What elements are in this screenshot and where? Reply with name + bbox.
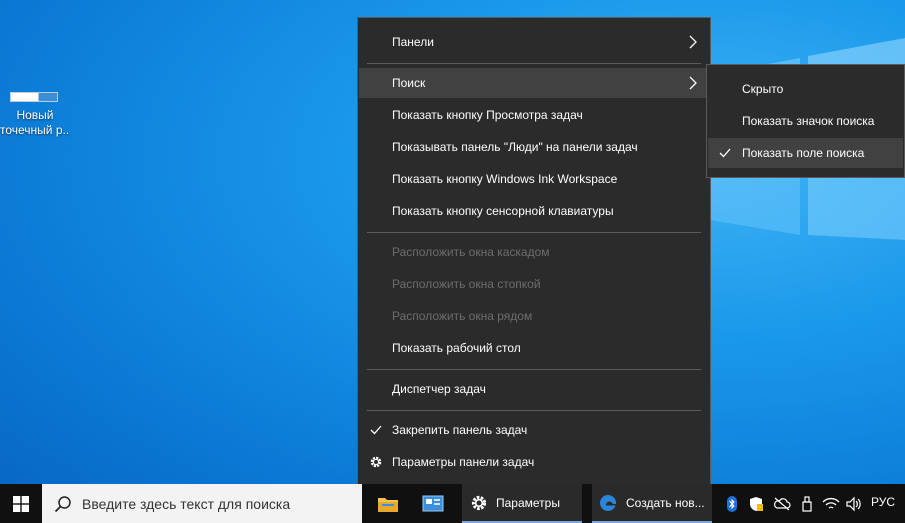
start-button[interactable]	[0, 484, 42, 523]
menu-item-label: Расположить окна каскадом	[392, 245, 550, 259]
menu-item-label: Закрепить панель задач	[392, 423, 528, 437]
submenu-item-label: Показать значок поиска	[742, 114, 875, 128]
taskbar: Введите здесь текст для поиска Параметры…	[0, 484, 905, 523]
chevron-right-icon	[689, 35, 697, 49]
taskbar-control-panel[interactable]	[420, 484, 446, 523]
desktop-icon-label-2: точечный р...	[0, 123, 70, 137]
submenu-item-hidden[interactable]: Скрыто	[708, 74, 903, 104]
menu-item-label: Показать кнопку Просмотра задач	[392, 108, 583, 122]
submenu-item-label: Скрыто	[742, 82, 784, 96]
submenu-item-show-search-icon[interactable]: Показать значок поиска	[708, 106, 903, 136]
gear-icon	[471, 495, 487, 510]
menu-item-label: Диспетчер задач	[392, 382, 486, 396]
checkmark-icon	[719, 148, 731, 158]
menu-separator	[367, 410, 701, 411]
menu-item-search[interactable]: Поиск	[359, 68, 709, 98]
taskbar-settings-app[interactable]: Параметры	[462, 484, 582, 523]
menu-item-label: Показать рабочий стол	[392, 341, 521, 355]
search-icon	[54, 495, 71, 512]
menu-item-label: Панели	[392, 35, 434, 49]
menu-item-side-by-side-windows: Расположить окна рядом	[359, 301, 709, 331]
menu-item-people-panel[interactable]: Показывать панель "Люди" на панели задач	[359, 132, 709, 162]
menu-item-task-manager[interactable]: Диспетчер задач	[359, 374, 709, 404]
desktop-shortcut[interactable]: Новый точечный р...	[0, 92, 70, 138]
gear-icon	[370, 456, 382, 468]
menu-item-stack-windows: Расположить окна стопкой	[359, 269, 709, 299]
edge-app-label: Создать нов...	[626, 495, 705, 510]
usb-device-icon[interactable]	[800, 496, 814, 512]
menu-item-task-view-button[interactable]: Показать кнопку Просмотра задач	[359, 100, 709, 130]
menu-item-taskbar-settings[interactable]: Параметры панели задач	[359, 447, 709, 477]
menu-item-label: Показать кнопку сенсорной клавиатуры	[392, 204, 614, 218]
menu-item-show-desktop[interactable]: Показать рабочий стол	[359, 333, 709, 363]
taskbar-file-explorer[interactable]	[375, 484, 401, 523]
taskbar-search-box[interactable]: Введите здесь текст для поиска	[42, 484, 362, 523]
menu-separator	[367, 63, 701, 64]
submenu-item-label: Показать поле поиска	[742, 146, 865, 160]
menu-item-panels[interactable]: Панели	[359, 27, 709, 57]
menu-item-label: Показать кнопку Windows Ink Workspace	[392, 172, 618, 186]
search-placeholder: Введите здесь текст для поиска	[82, 495, 291, 512]
menu-item-label: Показывать панель "Люди" на панели задач	[392, 140, 638, 154]
menu-item-windows-ink-button[interactable]: Показать кнопку Windows Ink Workspace	[359, 164, 709, 194]
menu-item-label: Расположить окна стопкой	[392, 277, 541, 291]
menu-item-label: Поиск	[392, 76, 426, 90]
onedrive-offline-icon[interactable]	[773, 496, 791, 512]
menu-item-label: Параметры панели задач	[392, 455, 535, 469]
chevron-right-icon	[689, 76, 697, 90]
control-panel-icon	[422, 495, 444, 511]
folder-icon	[378, 497, 398, 512]
menu-separator	[367, 369, 701, 370]
security-shield-icon[interactable]	[748, 496, 764, 512]
wifi-icon[interactable]	[822, 496, 840, 512]
volume-icon[interactable]	[846, 496, 862, 512]
windows-logo-icon	[13, 495, 29, 512]
bitmap-file-icon	[10, 92, 58, 102]
menu-item-cascade-windows: Расположить окна каскадом	[359, 237, 709, 267]
menu-separator	[367, 232, 701, 233]
menu-item-touch-keyboard-button[interactable]: Показать кнопку сенсорной клавиатуры	[359, 196, 709, 226]
submenu-item-show-search-box[interactable]: Показать поле поиска	[708, 138, 903, 168]
menu-item-lock-taskbar[interactable]: Закрепить панель задач	[359, 415, 709, 445]
taskbar-context-menu: Панели Поиск Показать кнопку Просмотра з…	[357, 17, 711, 486]
settings-app-label: Параметры	[496, 495, 560, 510]
menu-item-label: Расположить окна рядом	[392, 309, 533, 323]
taskbar-edge-app[interactable]: Создать нов...	[592, 484, 712, 523]
desktop-icon-label-1: Новый	[16, 108, 54, 122]
checkmark-icon	[370, 425, 382, 435]
input-language-indicator[interactable]: РУС	[871, 495, 895, 509]
edge-browser-icon	[600, 494, 617, 511]
search-submenu: Скрыто Показать значок поиска Показать п…	[706, 64, 905, 178]
bluetooth-icon[interactable]	[727, 496, 737, 512]
